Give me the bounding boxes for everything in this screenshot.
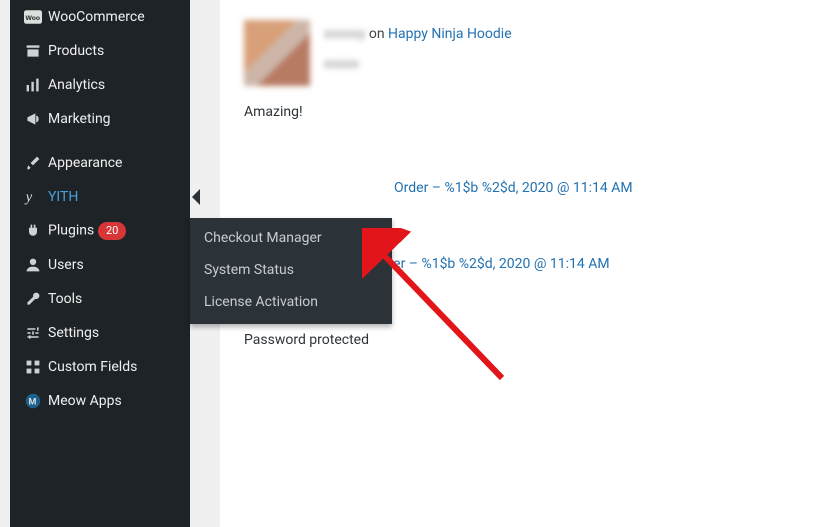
comment-body: Amazing! xyxy=(244,104,800,120)
plugin-icon xyxy=(20,223,46,239)
submenu-item-license-activation[interactable]: License Activation xyxy=(190,286,392,324)
activity-item-review: xxxxxy on Happy Ninja Hoodie xxxxx Amazi… xyxy=(220,20,820,150)
woocommerce-icon: Woo xyxy=(20,10,46,24)
on-word: on xyxy=(365,26,388,42)
wrench-icon xyxy=(20,291,46,307)
sidebar-item-custom-fields[interactable]: Custom Fields xyxy=(10,350,190,384)
svg-text:M: M xyxy=(29,398,37,408)
sidebar-item-label: Appearance xyxy=(46,155,190,171)
update-count-badge: 20 xyxy=(98,222,126,240)
user-icon xyxy=(20,257,46,273)
sidebar-item-label: Users xyxy=(46,257,190,273)
sidebar-item-label: Analytics xyxy=(46,77,190,93)
sidebar-item-analytics[interactable]: Analytics xyxy=(10,68,190,102)
product-link[interactable]: Happy Ninja Hoodie xyxy=(388,26,512,42)
sidebar-item-tools[interactable]: Tools xyxy=(10,282,190,316)
meow-icon: M xyxy=(20,392,46,410)
avatar xyxy=(244,20,310,86)
yith-icon: y xyxy=(20,188,46,206)
chart-bar-icon xyxy=(20,77,46,93)
sidebar-item-yith[interactable]: y YITH xyxy=(10,180,190,214)
sidebar-item-meow-apps[interactable]: M Meow Apps xyxy=(10,384,190,418)
sidebar-item-appearance[interactable]: Appearance xyxy=(10,146,190,180)
sidebar-item-label: Custom Fields xyxy=(46,359,190,375)
sliders-icon xyxy=(20,325,46,341)
yith-submenu: Checkout Manager System Status License A… xyxy=(190,218,392,324)
sidebar-item-label: Plugins20 xyxy=(46,222,190,240)
sidebar-item-users[interactable]: Users xyxy=(10,248,190,282)
grid-icon xyxy=(20,359,46,375)
sidebar-item-settings[interactable]: Settings xyxy=(10,316,190,350)
sidebar-item-products[interactable]: Products xyxy=(10,34,190,68)
sidebar-item-label: Tools xyxy=(46,291,190,307)
archive-icon xyxy=(20,43,46,59)
svg-text:y: y xyxy=(24,190,33,206)
sidebar-item-marketing[interactable]: Marketing xyxy=(10,102,190,136)
sidebar-item-label: YITH xyxy=(46,189,190,205)
submenu-item-system-status[interactable]: System Status xyxy=(190,254,392,286)
order-link[interactable]: Order – %1$b %2$d, 2020 @ 11:14 AM xyxy=(394,180,633,196)
comment-date: xxxxx xyxy=(324,56,512,72)
activity-item-header: Order – %1$b %2$d, 2020 @ 11:14 AM xyxy=(394,180,800,196)
svg-text:Woo: Woo xyxy=(26,15,41,22)
admin-sidebar: Woo WooCommerce Products Analytics Marke… xyxy=(10,0,190,527)
submenu-item-checkout-manager[interactable]: Checkout Manager xyxy=(190,218,392,254)
sidebar-item-label: WooCommerce xyxy=(46,9,190,25)
sidebar-item-label: Products xyxy=(46,43,190,59)
sidebar-item-woocommerce[interactable]: Woo WooCommerce xyxy=(10,0,190,34)
order-link[interactable]: Order – %1$b %2$d, 2020 @ 11:14 AM xyxy=(371,256,610,272)
sidebar-item-plugins[interactable]: Plugins20 xyxy=(10,214,190,248)
sidebar-separator xyxy=(10,136,190,146)
sidebar-item-label: Settings xyxy=(46,325,190,341)
sidebar-item-label: Meow Apps xyxy=(46,393,190,409)
megaphone-icon xyxy=(20,111,46,127)
activity-item-header: xxxxxy on Happy Ninja Hoodie xyxy=(324,26,512,42)
comment-author: xxxxxy xyxy=(324,26,365,42)
note-line: Password protected xyxy=(244,332,800,348)
brush-icon xyxy=(20,155,46,171)
sidebar-item-label: Marketing xyxy=(46,111,190,127)
